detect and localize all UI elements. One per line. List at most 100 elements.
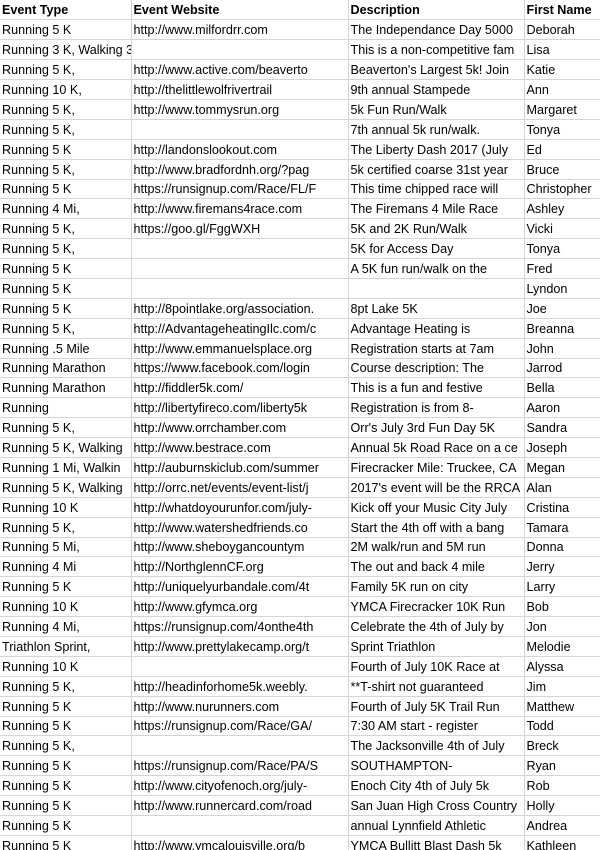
cell-event-website[interactable] <box>131 119 349 140</box>
cell-event-website[interactable] <box>131 39 349 61</box>
header-cell-event-website[interactable]: Event Website <box>131 0 349 21</box>
cell-event-type[interactable]: Running 5 K, Walking <box>0 437 132 458</box>
cell-event-type[interactable]: Running 5 K, <box>0 59 132 81</box>
cell-event-website[interactable]: http://www.tommysrun.org <box>131 99 349 120</box>
cell-first-name[interactable]: Matthew <box>524 696 600 717</box>
cell-event-type[interactable]: Running .5 Mile <box>0 338 132 359</box>
cell-event-website[interactable]: http://www.active.com/beaverto <box>131 59 349 81</box>
cell-event-website[interactable]: http://www.ymcalouisville.org/b <box>131 835 349 850</box>
cell-event-type[interactable]: Running 5 K <box>0 576 132 598</box>
cell-event-website[interactable]: http://auburnskiclub.com/summer <box>131 457 349 478</box>
cell-description[interactable]: Course description: The <box>348 358 525 379</box>
cell-description[interactable]: 7th annual 5k run/walk. <box>348 119 525 140</box>
cell-event-type[interactable]: Running 5 K, <box>0 99 132 120</box>
cell-event-website[interactable]: http://www.prettylakecamp.org/t <box>131 636 349 657</box>
cell-first-name[interactable]: Donna <box>524 537 600 558</box>
cell-description[interactable]: 5k Fun Run/Walk <box>348 99 525 120</box>
cell-first-name[interactable]: John <box>524 338 600 359</box>
cell-event-type[interactable]: Running 5 K, Walking <box>0 477 132 498</box>
cell-first-name[interactable]: Melodie <box>524 636 600 657</box>
cell-event-website[interactable]: http://www.runnercard.com/road <box>131 795 349 817</box>
cell-first-name[interactable]: Megan <box>524 457 600 478</box>
cell-description[interactable]: annual Lynnfield Athletic <box>348 815 525 836</box>
cell-event-type[interactable]: Running 5 K <box>0 258 132 279</box>
cell-description[interactable]: This time chipped race will <box>348 179 525 200</box>
cell-event-website[interactable]: https://runsignup.com/Race/FL/F <box>131 179 349 200</box>
cell-description[interactable]: This is a non-competitive fam <box>348 39 525 61</box>
cell-event-type[interactable]: Running 5 K <box>0 835 132 850</box>
cell-event-website[interactable]: http://AdvantageheatingIlc.com/c <box>131 318 349 339</box>
cell-event-type[interactable]: Running 10 K <box>0 497 132 518</box>
cell-event-website[interactable] <box>131 278 349 299</box>
cell-event-type[interactable]: Running Marathon <box>0 358 132 379</box>
cell-event-type[interactable]: Running 5 K, <box>0 417 132 439</box>
cell-event-website[interactable]: http://libertyfireco.com/liberty5k <box>131 397 349 419</box>
cell-first-name[interactable]: Tonya <box>524 119 600 140</box>
cell-first-name[interactable]: Cristina <box>524 497 600 518</box>
cell-first-name[interactable]: Bob <box>524 596 600 618</box>
cell-description[interactable]: 5K for Access Day <box>348 238 525 260</box>
cell-first-name[interactable]: Margaret <box>524 99 600 120</box>
cell-event-website[interactable]: https://runsignup.com/Race/PA/S <box>131 755 349 777</box>
cell-first-name[interactable]: Kathleen <box>524 835 600 850</box>
cell-event-website[interactable]: http://www.sheboygancountym <box>131 537 349 558</box>
cell-first-name[interactable]: Fred <box>524 258 600 279</box>
cell-description[interactable]: 8pt Lake 5K <box>348 298 525 319</box>
cell-description[interactable]: Enoch City 4th of July 5k <box>348 775 525 797</box>
cell-first-name[interactable]: Ed <box>524 139 600 160</box>
cell-first-name[interactable]: Bruce <box>524 159 600 180</box>
cell-description[interactable]: Registration is from 8- <box>348 397 525 419</box>
cell-event-website[interactable]: http://www.gfymca.org <box>131 596 349 618</box>
cell-description[interactable]: 7:30 AM start - register <box>348 716 525 737</box>
cell-first-name[interactable]: Jon <box>524 616 600 637</box>
cell-event-website[interactable]: http://fiddler5k.com/ <box>131 377 349 399</box>
cell-description[interactable]: **T-shirt not guaranteed <box>348 676 525 697</box>
cell-first-name[interactable]: Lisa <box>524 39 600 61</box>
cell-event-type[interactable]: Running 5 K, <box>0 318 132 339</box>
cell-description[interactable]: SOUTHAMPTON- <box>348 755 525 777</box>
cell-event-type[interactable]: Running 1 Mi, Walkin <box>0 457 132 478</box>
cell-event-website[interactable]: http://thelittlewolfrivertrail <box>131 79 349 100</box>
cell-event-type[interactable]: Running 3 K, Walking 3 K <box>0 39 132 61</box>
cell-first-name[interactable]: Deborah <box>524 19 600 41</box>
cell-event-website[interactable]: http://whatdoyourunfor.com/july- <box>131 497 349 518</box>
cell-event-website[interactable]: http://headinforhome5k.weebly. <box>131 676 349 697</box>
cell-event-type[interactable]: Running Marathon <box>0 377 132 399</box>
cell-description[interactable]: Firecracker Mile: Truckee, CA <box>348 457 525 478</box>
cell-event-type[interactable]: Running 5 K <box>0 755 132 777</box>
cell-description[interactable]: Fourth of July 5K Trail Run <box>348 696 525 717</box>
cell-event-website[interactable]: http://www.watershedfriends.co <box>131 517 349 538</box>
cell-first-name[interactable]: Ann <box>524 79 600 100</box>
cell-event-type[interactable]: Running 5 K, <box>0 676 132 697</box>
cell-event-website[interactable]: http://www.cityofenoch.org/july- <box>131 775 349 797</box>
cell-description[interactable] <box>348 278 525 299</box>
cell-first-name[interactable]: Joseph <box>524 437 600 458</box>
cell-description[interactable]: Annual 5k Road Race on a ce <box>348 437 525 458</box>
cell-description[interactable]: YMCA Firecracker 10K Run <box>348 596 525 618</box>
cell-event-type[interactable]: Running 5 K, <box>0 735 132 757</box>
cell-description[interactable]: Beaverton's Largest 5k! Join <box>348 59 525 81</box>
cell-description[interactable]: The Independance Day 5000 <box>348 19 525 41</box>
cell-first-name[interactable]: Tamara <box>524 517 600 538</box>
cell-event-website[interactable]: http://landonslookout.com <box>131 139 349 160</box>
cell-event-type[interactable]: Running 5 K <box>0 795 132 817</box>
cell-event-type[interactable]: Running 5 K <box>0 278 132 299</box>
cell-event-website[interactable]: https://runsignup.com/4onthe4th <box>131 616 349 637</box>
cell-event-website[interactable]: http://www.nurunners.com <box>131 696 349 717</box>
cell-description[interactable]: Start the 4th off with a bang <box>348 517 525 538</box>
cell-description[interactable]: A 5K fun run/walk on the <box>348 258 525 279</box>
cell-first-name[interactable]: Holly <box>524 795 600 817</box>
cell-event-website[interactable]: http://www.bradfordnh.org/?pag <box>131 159 349 180</box>
cell-event-type[interactable]: Running 5 K <box>0 696 132 717</box>
cell-event-type[interactable]: Running 5 K, <box>0 218 132 240</box>
cell-first-name[interactable]: Breanna <box>524 318 600 339</box>
cell-event-website[interactable]: http://www.emmanuelsplace.org <box>131 338 349 359</box>
cell-event-type[interactable]: Running 4 Mi, <box>0 198 132 220</box>
cell-event-type[interactable]: Running 5 Mi, <box>0 537 132 558</box>
cell-first-name[interactable]: Rob <box>524 775 600 797</box>
cell-event-type[interactable]: Running 5 K <box>0 19 132 41</box>
cell-event-type[interactable]: Running 5 K, <box>0 119 132 140</box>
cell-description[interactable]: Fourth of July 10K Race at <box>348 656 525 677</box>
cell-description[interactable]: Sprint Triathlon <box>348 636 525 657</box>
cell-event-website[interactable] <box>131 238 349 260</box>
